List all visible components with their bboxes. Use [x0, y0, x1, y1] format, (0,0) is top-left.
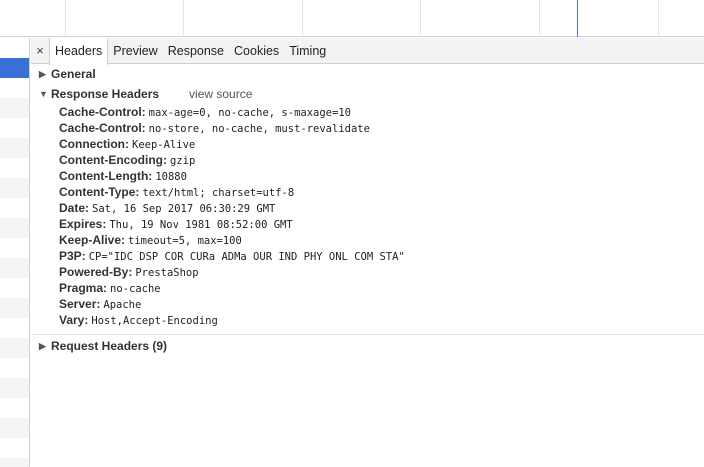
timeline-gridline	[183, 0, 184, 37]
request-headers-section: ▶ Request Headers (9)	[31, 336, 704, 356]
timeline-gridline	[658, 0, 659, 37]
list-item[interactable]	[0, 458, 29, 467]
list-item[interactable]	[0, 138, 29, 158]
view-source-link[interactable]: view source	[189, 84, 252, 104]
header-value: max-age=0, no-cache, s-maxage=10	[148, 107, 351, 119]
header-name: Connection:	[59, 137, 129, 151]
header-value: timeout=5, max=100	[128, 235, 242, 247]
header-value: Thu, 19 Nov 1981 08:52:00 GMT	[109, 219, 293, 231]
request-details-panel: × Headers Preview Response Cookies Timin…	[31, 37, 704, 467]
triangle-down-icon: ▼	[39, 89, 48, 99]
header-name: Vary:	[59, 313, 89, 327]
header-row: Server: Apache	[31, 296, 704, 312]
header-value: PrestaShop	[135, 267, 199, 279]
list-item[interactable]	[0, 318, 29, 338]
triangle-right-icon: ▶	[39, 341, 46, 351]
list-item[interactable]	[0, 418, 29, 438]
header-name: Powered-By:	[59, 265, 133, 279]
header-row: P3P: CP="IDC DSP COR CURa ADMa OUR IND PH…	[31, 248, 704, 264]
list-item-selected[interactable]	[0, 58, 29, 78]
general-section: ▶ General	[31, 64, 704, 84]
tab-headers[interactable]: Headers	[49, 37, 109, 65]
details-tabbar: × Headers Preview Response Cookies Timin…	[31, 37, 704, 65]
list-item[interactable]	[0, 118, 29, 138]
header-value: no-store, no-cache, must-revalidate	[148, 123, 370, 135]
list-item[interactable]	[0, 298, 29, 318]
header-name: Cache-Control:	[59, 105, 146, 119]
list-item[interactable]	[0, 338, 29, 358]
header-row: Content-Encoding: gzip	[31, 152, 704, 168]
header-row: Expires: Thu, 19 Nov 1981 08:52:00 GMT	[31, 216, 704, 232]
request-headers-section-header[interactable]: ▶ Request Headers (9)	[31, 336, 704, 356]
timeline-gridline	[539, 0, 540, 37]
general-section-header[interactable]: ▶ General	[31, 64, 704, 84]
header-row: Pragma: no-cache	[31, 280, 704, 296]
header-value: text/html; charset=utf-8	[142, 187, 295, 199]
header-name: Server:	[59, 297, 101, 311]
header-row: Date: Sat, 16 Sep 2017 06:30:29 GMT	[31, 200, 704, 216]
request-list[interactable]	[0, 38, 30, 467]
list-item[interactable]	[0, 198, 29, 218]
header-name: Expires:	[59, 217, 107, 231]
header-row: Cache-Control: no-store, no-cache, must-r…	[31, 120, 704, 136]
header-name: Keep-Alive:	[59, 233, 126, 247]
network-timeline	[0, 0, 704, 37]
tab-response[interactable]: Response	[163, 38, 229, 64]
list-item[interactable]	[0, 378, 29, 398]
timeline-gridline	[65, 0, 66, 37]
timeline-gridline	[420, 0, 421, 37]
list-item[interactable]	[0, 218, 29, 238]
header-value: Keep-Alive	[132, 139, 196, 151]
list-item[interactable]	[0, 398, 29, 418]
tab-preview[interactable]: Preview	[108, 38, 162, 64]
list-item[interactable]	[0, 178, 29, 198]
header-name: Content-Length:	[59, 169, 153, 183]
header-value: Host,Accept-Encoding	[91, 315, 218, 327]
list-item[interactable]	[0, 238, 29, 258]
header-value: no-cache	[110, 283, 161, 295]
header-row: Content-Type: text/html; charset=utf-8	[31, 184, 704, 200]
header-name: P3P:	[59, 249, 86, 263]
section-divider	[31, 334, 704, 335]
header-name: Pragma:	[59, 281, 108, 295]
timeline-gridline	[302, 0, 303, 37]
list-item[interactable]	[0, 78, 29, 98]
list-item[interactable]	[0, 158, 29, 178]
response-headers-title: Response Headers	[51, 87, 160, 101]
response-headers-list: Cache-Control: max-age=0, no-cache, s-max…	[31, 104, 704, 328]
header-row: Content-Length: 10880	[31, 168, 704, 184]
request-headers-title: Request Headers (9)	[51, 339, 168, 353]
header-name: Content-Type:	[59, 185, 140, 199]
header-row: Powered-By: PrestaShop	[31, 264, 704, 280]
timeline-marker	[577, 0, 578, 37]
list-item[interactable]	[0, 258, 29, 278]
response-headers-section: ▼ Response Headers view source Cache-Con…	[31, 84, 704, 335]
header-value: Apache	[103, 299, 142, 311]
header-row: Cache-Control: max-age=0, no-cache, s-max…	[31, 104, 704, 120]
close-icon[interactable]: ×	[31, 43, 49, 58]
header-name: Content-Encoding:	[59, 153, 167, 167]
header-row: Vary: Host,Accept-Encoding	[31, 312, 704, 328]
list-item[interactable]	[0, 38, 29, 58]
header-value: 10880	[155, 171, 187, 183]
tab-timing[interactable]: Timing	[284, 38, 331, 64]
header-value: gzip	[169, 155, 196, 167]
header-value: CP="IDC DSP COR CURa ADMa OUR IND PHY ON…	[88, 251, 405, 263]
list-item[interactable]	[0, 278, 29, 298]
tab-cookies[interactable]: Cookies	[229, 38, 284, 64]
response-headers-section-header[interactable]: ▼ Response Headers view source	[31, 84, 704, 104]
general-section-title: General	[51, 67, 96, 81]
triangle-right-icon: ▶	[39, 69, 46, 79]
header-name: Cache-Control:	[59, 121, 146, 135]
list-item[interactable]	[0, 98, 29, 118]
header-name: Date:	[59, 201, 90, 215]
list-item[interactable]	[0, 358, 29, 378]
header-row: Connection: Keep-Alive	[31, 136, 704, 152]
header-value: Sat, 16 Sep 2017 06:30:29 GMT	[92, 203, 276, 215]
header-row: Keep-Alive: timeout=5, max=100	[31, 232, 704, 248]
list-item[interactable]	[0, 438, 29, 458]
